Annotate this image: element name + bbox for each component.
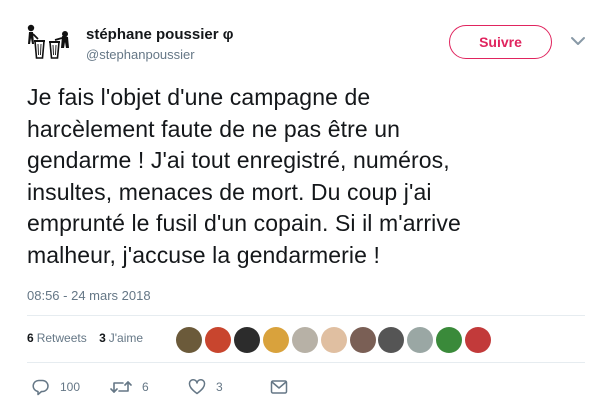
tweet-text-line: Je fais l'objet d'une campagne de	[27, 84, 371, 110]
reply-icon	[32, 379, 49, 396]
envelope-icon	[270, 380, 288, 394]
divider	[27, 315, 585, 316]
likes-stat[interactable]: 3 J'aime	[99, 331, 143, 345]
liker-avatar-6[interactable]	[321, 327, 347, 353]
retweets-stat[interactable]: 6 Retweets	[27, 331, 87, 345]
trash-people-icon	[27, 24, 69, 59]
liker-avatar-3[interactable]	[234, 327, 260, 353]
likes-count: 3	[99, 331, 106, 345]
like-count: 3	[216, 380, 223, 394]
retweets-count: 6	[27, 331, 34, 345]
tweet-timestamp[interactable]: 08:56 - 24 mars 2018	[27, 288, 151, 303]
reply-count: 100	[60, 380, 81, 394]
retweet-count: 6	[142, 380, 149, 394]
retweet-button[interactable]: 6	[110, 376, 149, 398]
liker-avatar-11[interactable]	[465, 327, 491, 353]
liker-avatar-1[interactable]	[176, 327, 202, 353]
tweet-text-line: emprunté le fusil d'un copain. Si il m'a…	[27, 210, 461, 237]
tweet-menu-button[interactable]	[570, 34, 586, 46]
liker-avatar-5[interactable]	[292, 327, 318, 353]
tweet-text: Je fais l'objet d'une campagne de harcèl…	[27, 82, 597, 272]
tweet-text-line: malheur, j'accuse la gendarmerie !	[27, 241, 380, 268]
liker-avatar-8[interactable]	[378, 327, 404, 353]
retweet-icon	[110, 381, 132, 393]
liker-avatar-7[interactable]	[350, 327, 376, 353]
heart-icon	[188, 379, 206, 395]
retweets-label: Retweets	[36, 331, 87, 345]
author-avatar[interactable]	[21, 24, 75, 62]
liker-avatar-2[interactable]	[205, 327, 231, 353]
tweet-text-line: insultes, menaces de mort. Du coup j'ai	[27, 178, 432, 205]
tweet-text-line: harcèlement faute de ne pas être un	[27, 115, 401, 142]
reply-button[interactable]: 100	[32, 376, 80, 398]
chevron-down-icon	[571, 37, 585, 45]
message-button[interactable]	[270, 376, 288, 398]
divider	[27, 362, 585, 363]
liker-avatar-4[interactable]	[263, 327, 289, 353]
liker-avatar-9[interactable]	[407, 327, 433, 353]
likes-label: J'aime	[108, 331, 144, 345]
tweet-card: stéphane poussier φ @stephanpoussier Sui…	[0, 0, 612, 410]
follow-button[interactable]: Suivre	[449, 25, 552, 59]
author-name[interactable]: stéphane poussier φ	[86, 26, 233, 43]
like-button[interactable]: 3	[188, 376, 223, 398]
liker-avatar-10[interactable]	[436, 327, 462, 353]
author-handle[interactable]: @stephanpoussier	[86, 47, 195, 62]
engagement-stats: 6 Retweets 3 J'aime	[27, 331, 152, 345]
tweet-text-line: gendarme ! J'ai tout enregistré, numéros…	[27, 147, 450, 174]
